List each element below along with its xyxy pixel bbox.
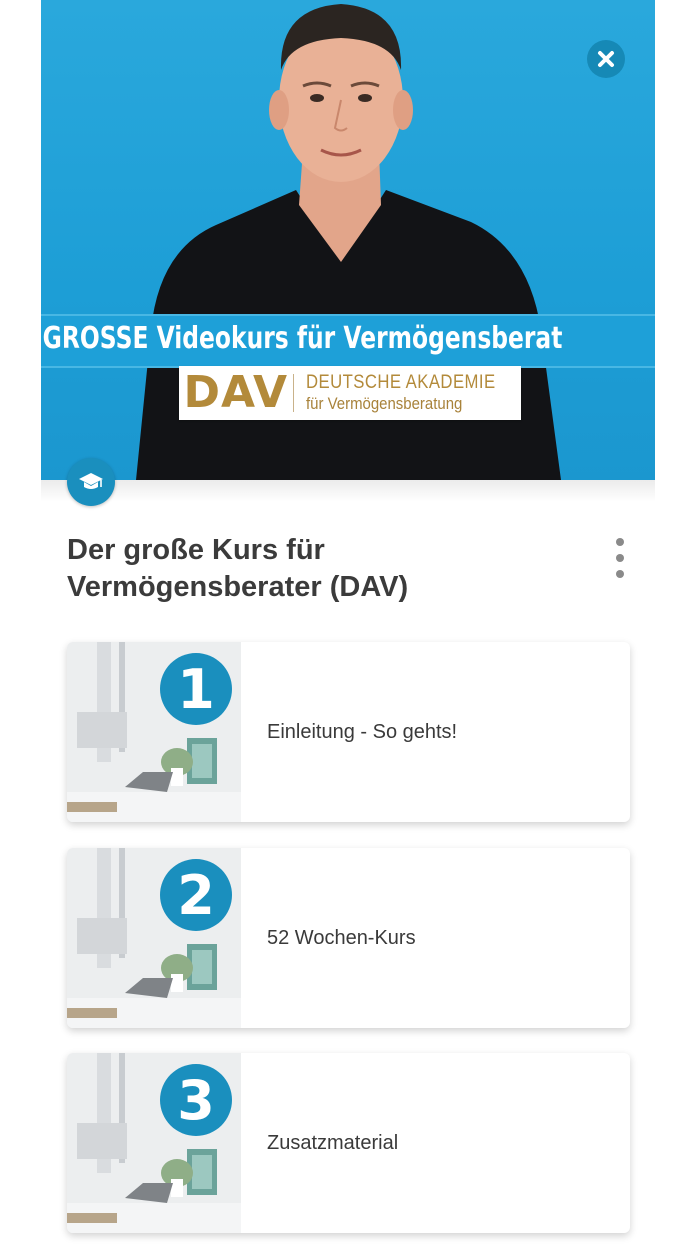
course-video-hero[interactable]: r GROSSE Videokurs für Vermögensberat DA… <box>41 0 655 480</box>
course-badge <box>67 458 115 506</box>
module-card-1[interactable]: 1 Einleitung - So gehts! <box>67 642 630 822</box>
module-label: 52 Wochen-Kurs <box>267 926 416 949</box>
module-card-3[interactable]: 3 Zusatzmaterial <box>67 1053 630 1233</box>
module-number: 3 <box>177 1069 215 1132</box>
graduation-cap-icon <box>79 473 103 489</box>
close-button[interactable] <box>587 40 625 78</box>
module-label: Zusatzmaterial <box>267 1131 399 1154</box>
logo-text: DEUTSCHE AKADEMIE für Vermögensberatung <box>306 372 521 414</box>
module-number: 1 <box>177 658 215 721</box>
more-vertical-icon <box>616 538 624 546</box>
module-number: 2 <box>177 864 215 927</box>
close-icon <box>598 51 614 67</box>
module-thumbnail: 2 <box>67 848 241 1028</box>
course-title: Der große Kurs für Vermögensberater (DAV… <box>67 534 409 603</box>
more-vertical-icon <box>616 554 624 562</box>
banner-text: r GROSSE Videokurs für Vermögensberat <box>41 321 563 356</box>
dav-logo: DAV DEUTSCHE AKADEMIE für Vermögensberat… <box>179 366 521 420</box>
hero-shadow <box>41 480 655 502</box>
module-thumbnail: 1 <box>67 642 241 822</box>
logo-line-1: DEUTSCHE AKADEMIE <box>305 372 496 393</box>
number-badge-3: 3 <box>160 1064 232 1136</box>
number-badge-2: 2 <box>160 859 232 931</box>
more-vertical-icon <box>616 570 624 578</box>
dav-logo-mark: DAV <box>183 367 289 418</box>
logo-divider <box>292 374 294 412</box>
module-thumbnail: 3 <box>67 1053 241 1233</box>
more-options-button[interactable] <box>608 538 632 578</box>
number-badge-1: 1 <box>160 653 232 725</box>
logo-line-2: für Vermögensberatung <box>305 394 462 413</box>
module-card-2[interactable]: 2 52 Wochen-Kurs <box>67 848 630 1028</box>
module-label: Einleitung - So gehts! <box>267 720 458 743</box>
course-title-banner: r GROSSE Videokurs für Vermögensberat <box>41 314 655 368</box>
